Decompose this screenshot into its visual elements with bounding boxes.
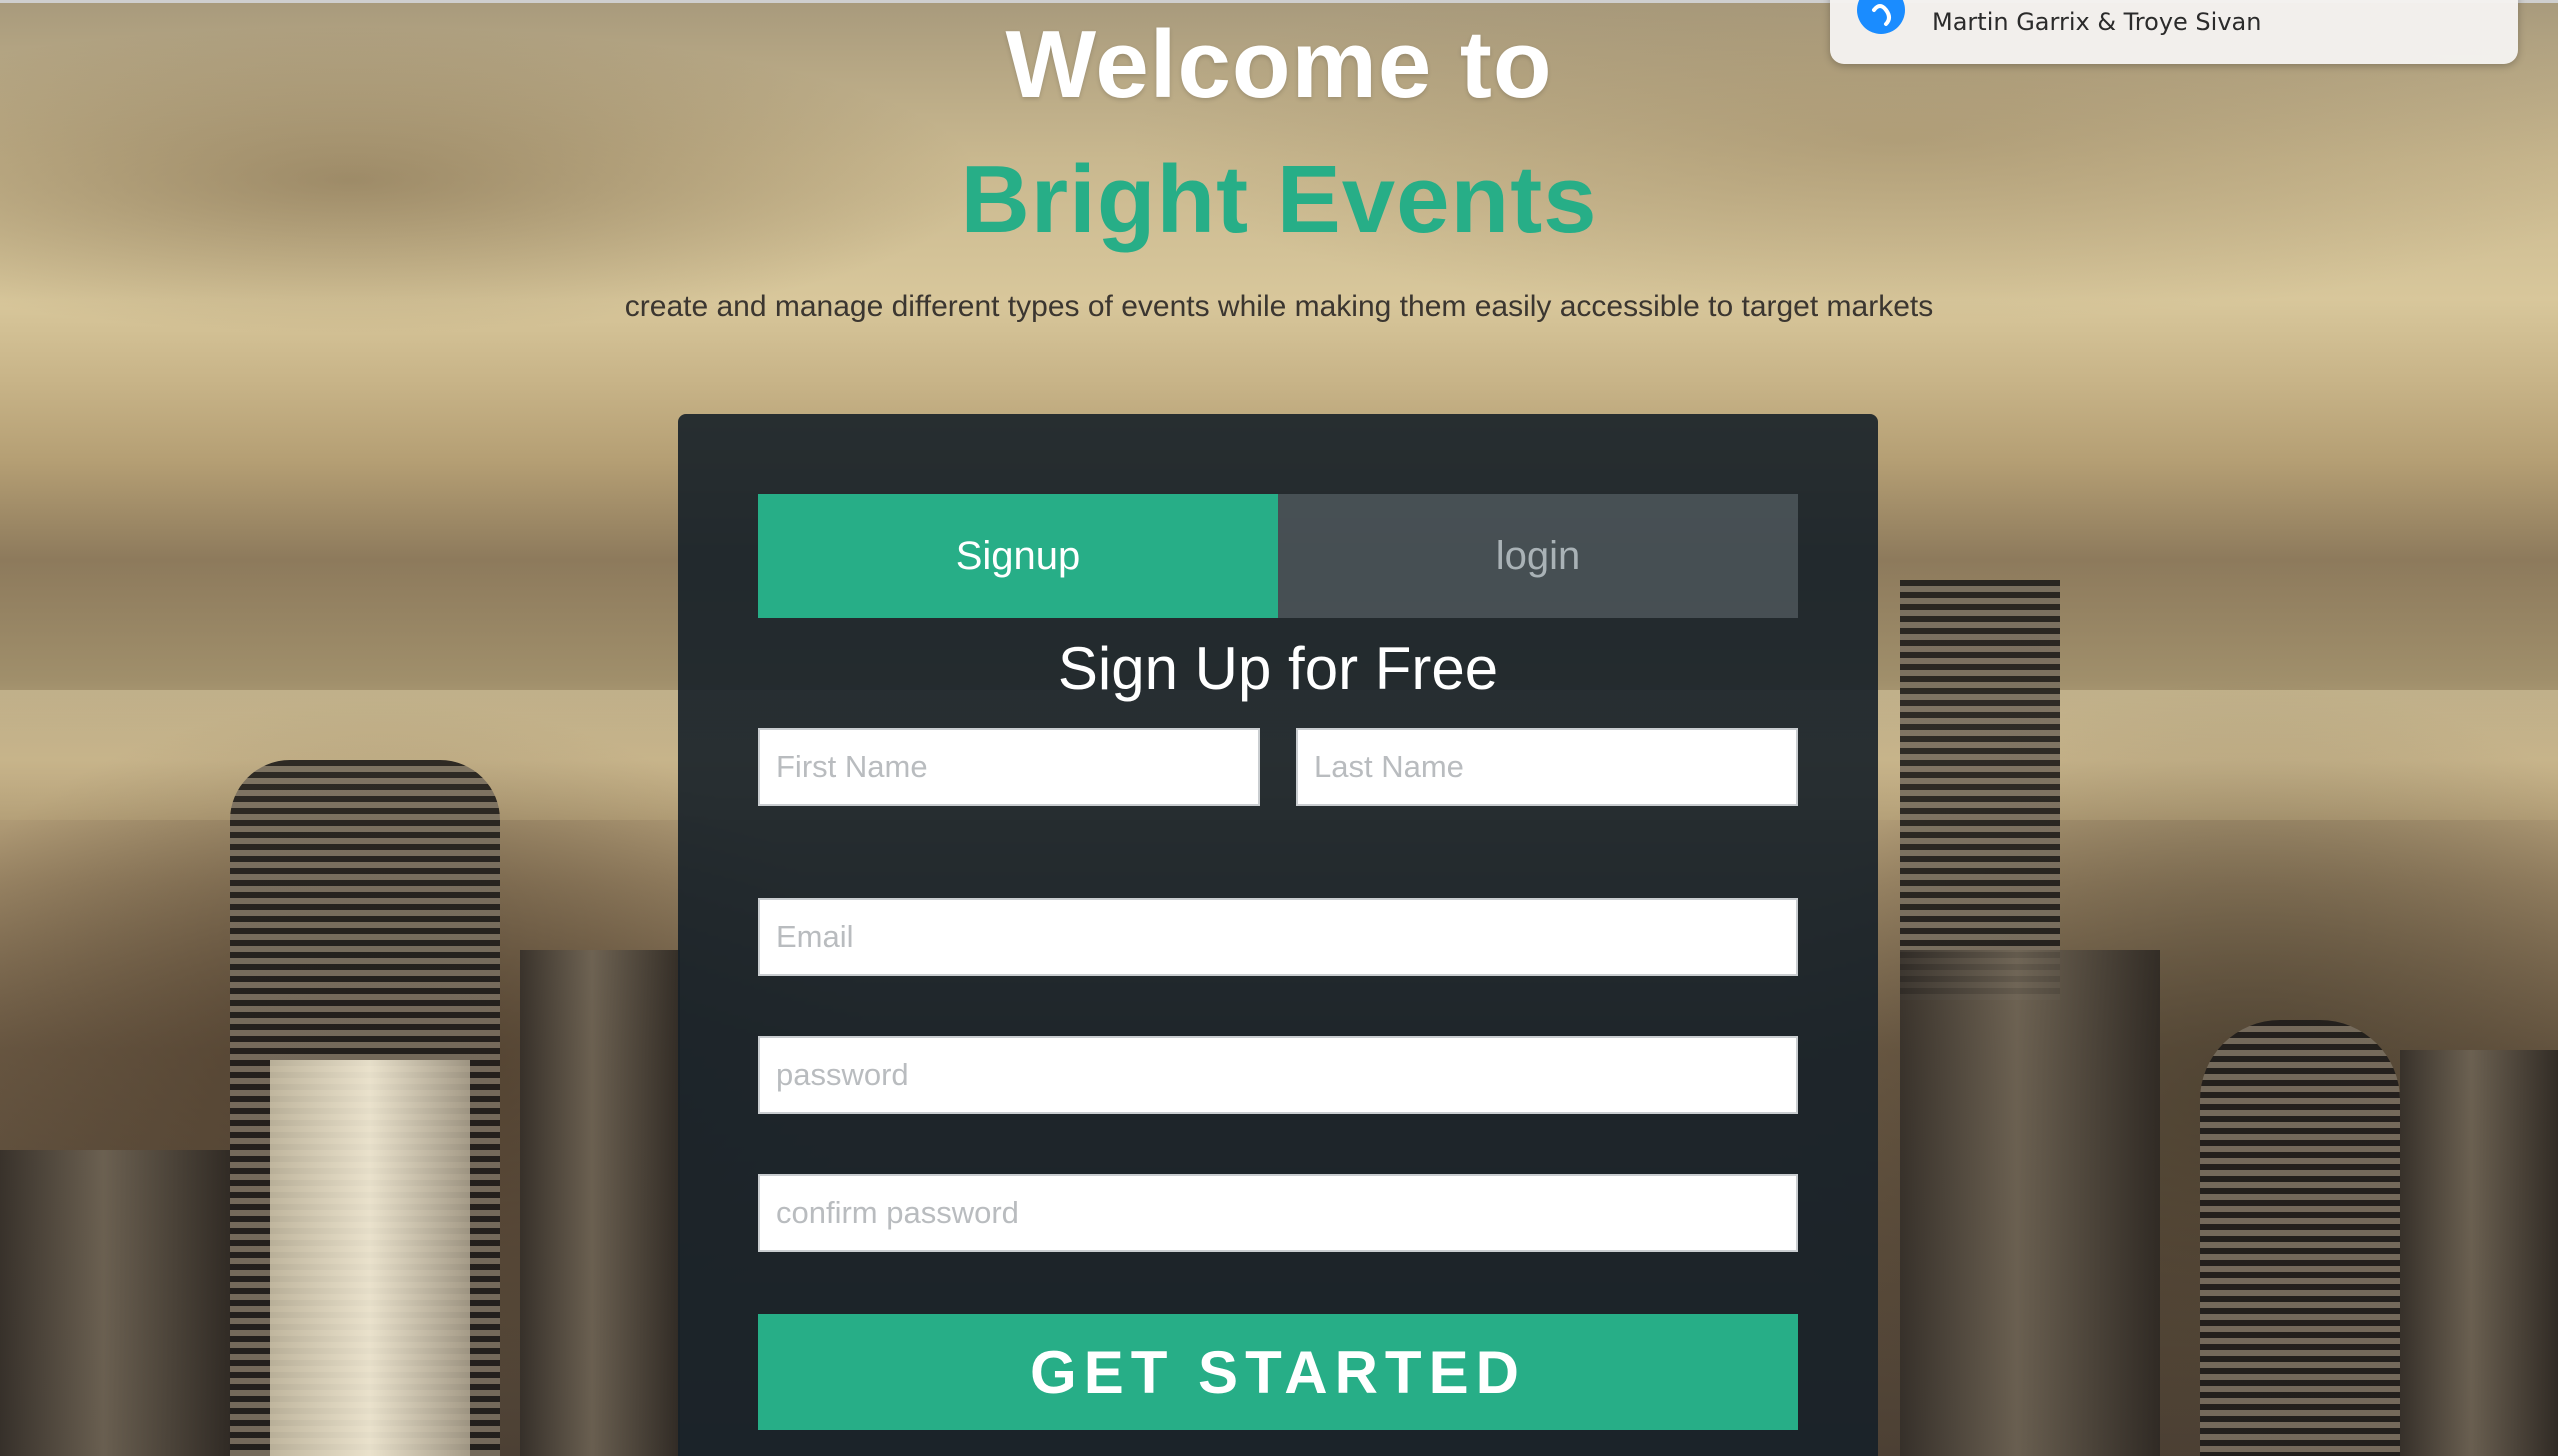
tab-signup[interactable]: Signup <box>758 494 1278 618</box>
password-input[interactable] <box>758 1036 1798 1114</box>
auth-card: Signup login Sign Up for Free GET STARTE… <box>678 414 1878 1456</box>
hero-title: Welcome to <box>1005 11 1553 118</box>
background-building-right-a <box>1900 950 2160 1456</box>
background-tower-right <box>1900 580 2060 1000</box>
background-building-left-mid <box>520 950 680 1456</box>
page: Martin Garrix & Troye Sivan Welcome to B… <box>0 0 2558 1456</box>
auth-tabs: Signup login <box>758 494 1798 618</box>
hero-tagline: create and manage different types of eve… <box>624 290 1934 323</box>
brand-name: Bright Events <box>960 146 1598 253</box>
confirm-password-input[interactable] <box>758 1174 1798 1252</box>
first-name-input[interactable] <box>758 728 1260 806</box>
get-started-button[interactable]: GET STARTED <box>758 1314 1798 1430</box>
background-building-right-c <box>2400 1050 2558 1456</box>
background-building-left-low <box>0 1150 230 1456</box>
tab-login[interactable]: login <box>1278 494 1798 618</box>
background-building-right-b <box>2200 1020 2400 1456</box>
background-building-left-light <box>270 1060 470 1456</box>
last-name-input[interactable] <box>1296 728 1798 806</box>
email-input[interactable] <box>758 898 1798 976</box>
form-title: Sign Up for Free <box>1057 635 1499 702</box>
